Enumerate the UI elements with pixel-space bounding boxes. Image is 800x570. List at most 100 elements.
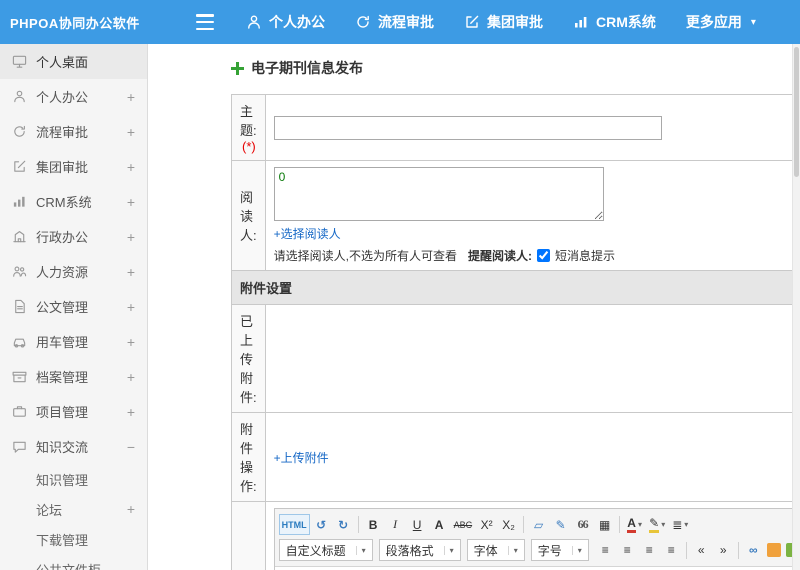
underline-button[interactable]: U [407,514,428,535]
outdent-button[interactable]: « [691,540,712,561]
html-source-button[interactable]: HTML [278,514,310,535]
caret-down-icon: ▾ [637,520,642,529]
caret-down-icon: ▾ [571,545,582,555]
paragraph-format-dropdown[interactable]: 段落格式 ▾ [378,539,461,561]
font-size-dropdown[interactable]: 字号 ▾ [530,539,589,561]
select-readers-link[interactable]: +选择阅读人 [274,227,341,241]
bold-button[interactable]: B [363,514,384,535]
sidebar-subitem-public-cabinet[interactable]: 公共文件柜 [0,554,147,570]
attachment-section-row: 附件设置 [231,270,800,305]
blockquote-button[interactable]: 66 [572,514,593,535]
nav-workflow-approval[interactable]: 流程审批 [355,12,434,32]
caret-down-icon: ▾ [684,520,689,529]
list-button[interactable]: ≣ ▾ [669,514,691,535]
sidebar-item-group-approval[interactable]: 集团审批 + [0,149,147,184]
sidebar-item-label: 项目管理 [36,405,89,420]
caret-down-icon: ▾ [507,545,518,555]
sidebar-item-archive-mgmt[interactable]: 档案管理 + [0,359,147,394]
expand-icon[interactable]: + [127,194,135,210]
subscript-button[interactable]: X₂ [498,514,519,535]
heading-style-dropdown[interactable]: 自定义标题 ▾ [278,539,373,561]
expand-icon[interactable]: + [127,369,135,385]
sidebar-item-crm[interactable]: CRM系统 + [0,184,147,219]
sidebar-item-document-mgmt[interactable]: 公文管理 + [0,289,147,324]
indent-button[interactable]: » [713,540,734,561]
highlight-color-button[interactable]: ✎ ▾ [646,514,668,535]
sidebar-subitem-forum[interactable]: 论坛 + [0,494,147,524]
expand-icon[interactable]: + [127,501,135,517]
strikethrough-button[interactable]: ABC [451,514,476,535]
nav-personal-office[interactable]: 个人办公 [246,12,325,32]
sidebar-item-workflow-approval[interactable]: 流程审批 + [0,114,147,149]
subject-value-cell [264,94,800,161]
expand-icon[interactable]: − [127,439,135,455]
font-color-button[interactable]: A ▾ [624,514,645,535]
expand-icon[interactable]: + [127,264,135,280]
sidebar-item-personal-desktop[interactable]: 个人桌面 [0,44,147,79]
sidebar-item-admin-office[interactable]: 行政办公 + [0,219,147,254]
sidebar-subitem-knowledge-mgmt[interactable]: 知识管理 [0,464,147,494]
expand-icon[interactable]: + [127,404,135,420]
uploaded-attachments-row: 已上传附件: [231,304,800,413]
sidebar-subitem-label: 知识管理 [36,472,89,488]
align-right-button[interactable]: ≡ [639,540,660,561]
readers-value-cell: 0 +选择阅读人 请选择阅读人,不选为所有人可查看 提醒阅读人: 短消息提示 [264,160,800,271]
edit-icon [12,159,27,174]
redo-button[interactable]: ↻ [333,514,354,535]
page-scrollbar[interactable] [792,44,800,570]
hamburger-menu-icon[interactable] [196,14,216,30]
page-title-row: 电子期刊信息发布 [231,58,800,78]
caret-down-icon: ▾ [750,16,756,28]
readers-hint: 请选择阅读人,不选为所有人可查看 [273,249,457,263]
sms-notify-checkbox[interactable] [536,249,550,262]
nav-more-apps[interactable]: 更多应用 ▾ [686,12,756,32]
sidebar-subitem-download-mgmt[interactable]: 下载管理 [0,524,147,554]
eraser-button[interactable]: ▱ [528,514,549,535]
image-icon[interactable] [766,543,781,557]
nav-group-approval[interactable]: 集团审批 [464,12,543,32]
italic-button[interactable]: I [385,514,406,535]
superscript-button[interactable]: X² [476,514,497,535]
caret-down-icon: ▾ [661,520,666,529]
sidebar-item-vehicle-mgmt[interactable]: 用车管理 + [0,324,147,359]
format-painter-button[interactable]: ✎ [550,514,571,535]
upload-attachment-link[interactable]: +上传附件 [274,451,329,465]
font-attributes-button[interactable]: A [429,514,450,535]
subject-input[interactable] [273,115,662,140]
expand-icon[interactable]: + [127,229,135,245]
expand-icon[interactable]: + [127,159,135,175]
expand-icon[interactable]: + [127,124,135,140]
undo-button[interactable]: ↺ [311,514,332,535]
sidebar-item-knowledge-exchange[interactable]: 知识交流 − [0,429,147,464]
nav-crm[interactable]: CRM系统 [573,12,656,32]
nav-label: 流程审批 [378,14,434,30]
attachment-ops-label: 附件操作: [240,422,257,494]
readers-label: 阅读人: [240,190,257,243]
top-nav: 个人办公 流程审批 集团审批 CRM系统 更多应用 ▾ [246,12,756,32]
table-button[interactable]: ▦ [594,514,615,535]
font-family-dropdown[interactable]: 字体 ▾ [466,539,525,561]
briefcase-icon [12,404,27,419]
expand-icon[interactable]: + [127,89,135,105]
sidebar-item-project-mgmt[interactable]: 项目管理 + [0,394,147,429]
sidebar-item-label: 集团审批 [36,160,89,175]
nav-label: CRM系统 [596,14,656,30]
toolbar-separator [685,541,687,559]
align-center-button[interactable]: ≡ [617,540,638,561]
expand-icon[interactable]: + [127,299,135,315]
sidebar-item-label: 流程审批 [36,125,89,140]
readers-textarea[interactable]: 0 [273,167,604,221]
sidebar-item-hr[interactable]: 人力资源 + [0,254,147,289]
expand-icon[interactable]: + [127,334,135,350]
sidebar-subitem-label: 论坛 [36,502,63,518]
link-button[interactable]: ∞ [743,540,764,561]
align-justify-button[interactable]: ≡ [661,540,682,561]
app-logo[interactable]: PHPOA协同办公软件 [0,13,196,32]
uploaded-label: 已上传附件: [240,314,257,405]
person-icon [248,15,260,29]
scrollbar-thumb[interactable] [794,47,799,177]
align-left-button[interactable]: ≡ [595,540,616,561]
sidebar-item-personal-office[interactable]: 个人办公 + [0,79,147,114]
dropdown-label: 段落格式 [385,543,434,558]
content-label-cell: 内容:(*) [231,501,266,570]
